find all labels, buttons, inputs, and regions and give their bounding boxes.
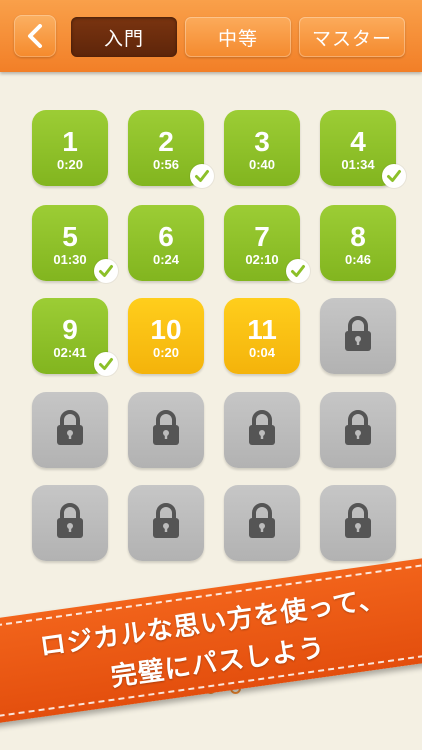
level-time: 0:40 (248, 157, 276, 172)
chevron-left-icon (28, 24, 42, 48)
tab-beginner[interactable]: 入門 (71, 17, 177, 57)
lock-icon (342, 315, 374, 357)
level-time: 0:46 (344, 252, 372, 267)
level-tile-4[interactable]: 4 01:34 (320, 110, 406, 188)
level-number: 4 (350, 126, 366, 157)
level-tile-locked[interactable] (32, 485, 108, 561)
level-time: 0:20 (56, 157, 84, 172)
level-time: 01:30 (53, 252, 87, 267)
level-tile-locked[interactable] (224, 485, 300, 561)
level-number: 3 (254, 126, 270, 157)
level-tile-locked[interactable] (320, 485, 396, 561)
level-number: 6 (158, 221, 174, 252)
tab-beginner-label: 入門 (103, 27, 144, 50)
level-number: 8 (350, 221, 366, 252)
lock-icon (150, 409, 182, 451)
checkmark-icon (286, 259, 310, 283)
level-tile-6[interactable]: 6 0:24 (128, 205, 204, 281)
level-number: 7 (254, 221, 270, 252)
level-time: 02:10 (245, 252, 279, 267)
level-tile-locked[interactable] (224, 392, 300, 468)
checkmark-icon (190, 164, 214, 188)
lock-icon (54, 502, 86, 544)
tab-intermediate-label: 中等 (217, 27, 258, 50)
level-time: 0:04 (248, 345, 276, 360)
level-tile-9[interactable]: 9 02:41 (32, 298, 118, 376)
level-tile-locked[interactable] (320, 392, 396, 468)
level-number: 10 (150, 314, 182, 345)
level-number: 1 (62, 126, 78, 157)
level-tile-3[interactable]: 3 0:40 (224, 110, 300, 186)
level-tile-2[interactable]: 2 0:56 (128, 110, 214, 188)
checkmark-icon (94, 259, 118, 283)
level-tile-5[interactable]: 5 01:30 (32, 205, 118, 283)
lock-icon (54, 409, 86, 451)
tab-master[interactable]: マスター (299, 17, 405, 57)
lock-icon (342, 409, 374, 451)
level-time: 01:34 (341, 157, 375, 172)
level-tile-11[interactable]: 11 0:04 (224, 298, 300, 374)
level-tile-10[interactable]: 10 0:20 (128, 298, 204, 374)
lock-icon (246, 409, 278, 451)
tab-intermediate[interactable]: 中等 (185, 17, 291, 57)
back-button[interactable] (14, 15, 56, 57)
level-number: 2 (158, 126, 174, 157)
level-number: 5 (62, 221, 78, 252)
checkmark-icon (382, 164, 406, 188)
level-time: 02:41 (53, 345, 87, 360)
promo-banner: ロジカルな思い方を使って、 完璧にパスしよう (0, 554, 422, 726)
tab-master-label: マスター (311, 27, 392, 50)
level-number: 9 (62, 314, 78, 345)
checkmark-icon (94, 352, 118, 376)
level-tile-7[interactable]: 7 02:10 (224, 205, 310, 283)
lock-icon (246, 502, 278, 544)
level-time: 0:20 (152, 345, 180, 360)
level-tile-locked[interactable] (320, 298, 396, 374)
lock-icon (150, 502, 182, 544)
level-time: 0:56 (152, 157, 180, 172)
level-tile-8[interactable]: 8 0:46 (320, 205, 396, 281)
level-number: 11 (247, 314, 277, 345)
level-tile-locked[interactable] (128, 392, 204, 468)
level-tile-locked[interactable] (128, 485, 204, 561)
level-time: 0:24 (152, 252, 180, 267)
level-tile-locked[interactable] (32, 392, 108, 468)
lock-icon (342, 502, 374, 544)
level-tile-1[interactable]: 1 0:20 (32, 110, 108, 186)
top-bar: 入門 中等 マスター (0, 0, 422, 72)
